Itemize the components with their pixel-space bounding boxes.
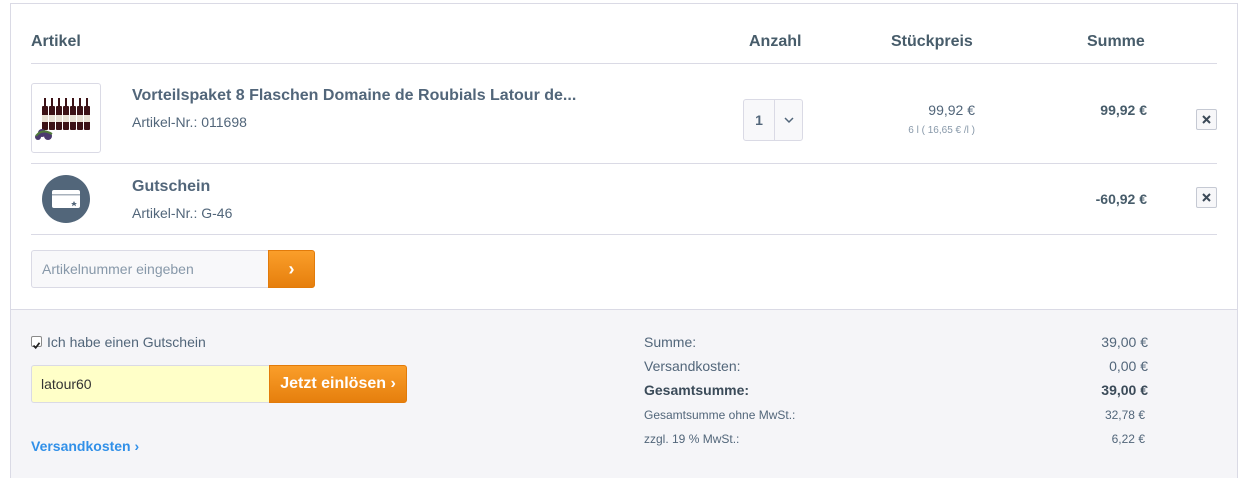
quantity-value: 1 <box>755 112 763 128</box>
wine-bottles-product-image <box>35 98 90 140</box>
close-icon <box>1202 115 1211 124</box>
checkbox-checked-icon <box>32 342 41 350</box>
vat-value: 6,22 € <box>1111 432 1145 446</box>
col-artikel: Artikel <box>31 33 81 50</box>
close-icon <box>1202 193 1211 202</box>
voucher-card-icon <box>42 175 90 223</box>
vat-label: zzgl. 19 % MwSt.: <box>644 432 740 446</box>
col-anzahl: Anzahl <box>749 33 802 50</box>
line-sum: 99,92 € <box>1100 102 1147 118</box>
chevron-down-icon[interactable] <box>775 100 803 140</box>
net-total-value: 32,78 € <box>1104 408 1145 422</box>
divider <box>31 234 1217 235</box>
divider <box>31 63 1217 64</box>
remove-voucher-button[interactable] <box>1196 187 1217 208</box>
net-total-label: Gesamtsumme ohne MwSt.: <box>644 408 796 422</box>
shipping-label: Versandkosten: <box>644 358 741 374</box>
cart-header: Artikel Anzahl Stückpreis Summe <box>11 4 1237 64</box>
product-title[interactable]: Vorteilspaket 8 Flaschen Domaine de Roub… <box>132 87 576 105</box>
col-summe: Summe <box>1087 33 1145 50</box>
unit-price: 99,92 € <box>928 102 975 118</box>
voucher-code-input[interactable]: latour60 <box>31 365 270 403</box>
col-stueckpreis: Stückpreis <box>891 33 973 50</box>
grand-total-value: 39,00 € <box>1101 382 1148 398</box>
quantity-select[interactable]: 1 <box>743 99 803 141</box>
divider <box>31 163 1217 164</box>
product-image[interactable] <box>31 83 101 153</box>
voucher-sku: Artikel-Nr.: G-46 <box>132 205 233 221</box>
total-summe-label: Summe: <box>644 334 697 350</box>
voucher-checkbox-label[interactable]: Ich habe einen Gutschein <box>47 334 206 350</box>
voucher-checkbox[interactable] <box>31 336 42 350</box>
voucher-title: Gutschein <box>132 178 211 195</box>
cart-footer: Ich habe einen Gutschein latour60 Jetzt … <box>11 309 1237 478</box>
redeem-voucher-button[interactable]: Jetzt einlösen › <box>269 365 407 403</box>
cart-panel: Artikel Anzahl Stückpreis Summe Vorteils… <box>10 3 1238 478</box>
voucher-sum: -60,92 € <box>1095 191 1147 207</box>
grand-total-label: Gesamtsumme: <box>644 382 750 398</box>
total-summe-value: 39,00 € <box>1101 334 1148 350</box>
chevron-right-icon: › <box>288 259 295 279</box>
shipping-value: 0,00 € <box>1109 358 1148 374</box>
shipping-costs-link[interactable]: Versandkosten › <box>31 438 139 454</box>
article-number-input[interactable]: Artikelnummer eingeben <box>31 250 269 288</box>
remove-item-button[interactable] <box>1196 109 1217 130</box>
add-article-button[interactable]: › <box>268 250 315 288</box>
unit-price-per-liter: 6 l ( 16,65 € /l ) <box>908 125 975 136</box>
product-sku: Artikel-Nr.: 011698 <box>132 114 247 130</box>
